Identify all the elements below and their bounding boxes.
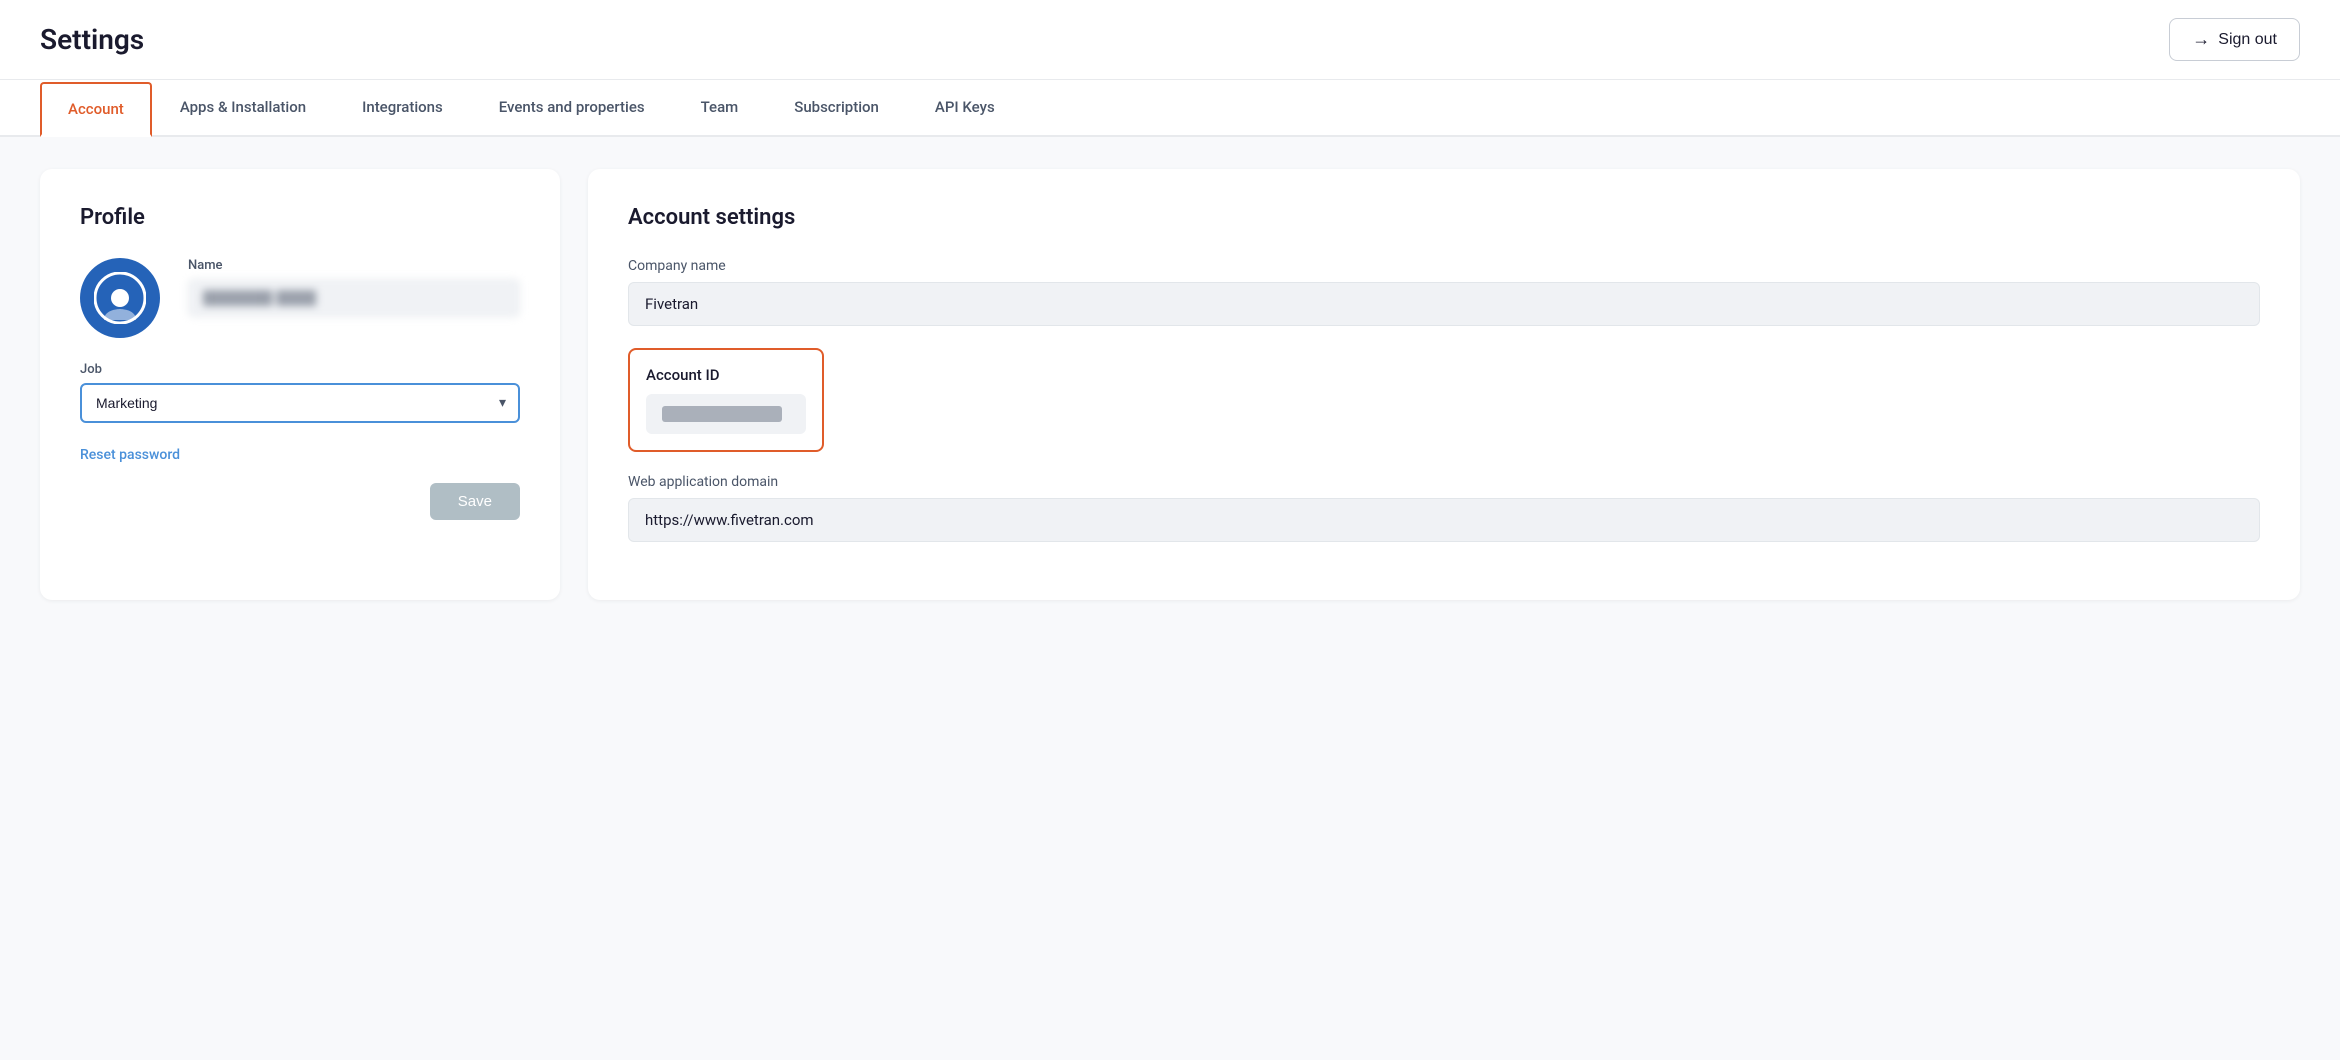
tab-api-keys[interactable]: API Keys (907, 80, 1023, 137)
save-button[interactable]: Save (430, 483, 520, 520)
tab-integrations[interactable]: Integrations (334, 80, 471, 137)
sign-out-icon: → (2192, 29, 2210, 50)
account-id-section: Account ID (628, 348, 824, 452)
avatar-icon (94, 272, 146, 324)
web-domain-group: Web application domain https://www.fivet… (628, 474, 2260, 542)
tabs-bar: Account Apps & Installation Integrations… (0, 80, 2340, 137)
tab-account[interactable]: Account (40, 82, 152, 137)
sign-out-button[interactable]: → Sign out (2169, 18, 2300, 61)
main-content: Profile Name Job (0, 137, 2340, 632)
job-field-group: Job Marketing Engineering Sales Design P… (80, 362, 520, 423)
job-label: Job (80, 362, 520, 377)
header: Settings → Sign out (0, 0, 2340, 80)
account-id-label: Account ID (646, 366, 806, 384)
tab-apps-installation[interactable]: Apps & Installation (152, 80, 334, 137)
company-name-value: Fivetran (628, 282, 2260, 326)
web-domain-label: Web application domain (628, 474, 2260, 490)
page-title: Settings (40, 23, 144, 56)
profile-section-title: Profile (80, 205, 520, 230)
tab-events-properties[interactable]: Events and properties (471, 80, 673, 137)
account-id-value (662, 406, 782, 422)
profile-row: Name (80, 258, 520, 338)
company-name-group: Company name Fivetran (628, 258, 2260, 326)
name-field-group: Name (188, 258, 520, 317)
tab-team[interactable]: Team (673, 80, 767, 137)
tab-subscription[interactable]: Subscription (766, 80, 907, 137)
avatar (80, 258, 160, 338)
save-row: Save (80, 483, 520, 520)
reset-password-link[interactable]: Reset password (80, 447, 180, 463)
account-settings-card: Account settings Company name Fivetran A… (588, 169, 2300, 600)
name-label: Name (188, 258, 520, 273)
name-input[interactable] (188, 279, 520, 317)
company-name-label: Company name (628, 258, 2260, 274)
job-select-wrapper: Marketing Engineering Sales Design Produ… (80, 383, 520, 423)
job-select[interactable]: Marketing Engineering Sales Design Produ… (80, 383, 520, 423)
web-domain-value: https://www.fivetran.com (628, 498, 2260, 542)
profile-card: Profile Name Job (40, 169, 560, 600)
sign-out-label: Sign out (2218, 31, 2277, 49)
profile-name-area: Name (188, 258, 520, 337)
account-settings-title: Account settings (628, 205, 2260, 230)
